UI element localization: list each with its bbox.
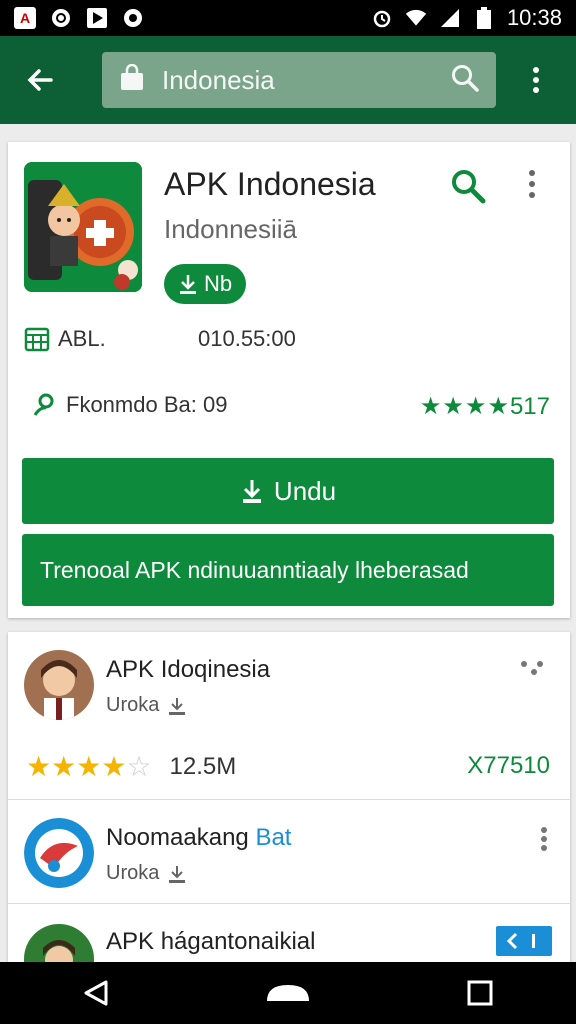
app-developer-line[interactable]: Indonnesiiā [164, 214, 297, 245]
alarm-icon [371, 7, 393, 29]
ad-badge[interactable] [496, 926, 552, 956]
status-bar: A 10:38 [0, 0, 576, 36]
nav-recents-button[interactable] [450, 968, 510, 1018]
search-bar[interactable]: Indonesia [102, 52, 496, 108]
star-empty-icon: ☆ [126, 751, 152, 782]
app-more-button[interactable] [528, 168, 536, 205]
rating-stars: ★★★★ [419, 393, 510, 420]
app-rating: ★★★★ 517 [420, 392, 550, 421]
nav-home-button[interactable] [258, 968, 318, 1018]
play-icon [86, 7, 108, 29]
developer-name: Fkonmdo Ba: 09 [66, 392, 228, 417]
app-list-card: APK Idoqinesia Uroka ★ ★ ★ ★ ☆ 12.5M X77… [8, 632, 570, 974]
star-icon: ★ [26, 751, 52, 782]
nav-back-button[interactable] [66, 968, 126, 1018]
list-item-sub-text: Uroka [106, 694, 160, 716]
search-icon[interactable] [450, 63, 480, 98]
signal-icon [439, 7, 461, 29]
clock: 10:38 [506, 5, 562, 30]
list-item-sub: Uroka [106, 694, 187, 717]
list-item-title: Noomaakang Bat [106, 824, 291, 852]
app-info-row: ABL. 010.55:00 [24, 326, 296, 352]
back-button[interactable] [0, 36, 80, 124]
list-item[interactable]: APK Idoqinesia Uroka ★ ★ ★ ★ ☆ 12.5M X77… [8, 632, 570, 800]
app-detail-card: APK Indonesia Indonnesiiā Nb ABL. 010.55… [8, 142, 570, 618]
more-vert-icon[interactable] [540, 826, 548, 857]
whatsapp-icon [50, 7, 72, 29]
person-icon [33, 393, 54, 416]
promo-text: Trenooal APK ndinuuanntiaaly lheberasad [40, 556, 469, 583]
download-icon [180, 275, 196, 294]
at-icon [122, 7, 144, 29]
download-icon [169, 865, 186, 883]
download-count: 12.5M [169, 752, 237, 780]
calendar-icon [24, 327, 50, 352]
promo-banner[interactable]: Trenooal APK ndinuuanntiaaly lheberasad [22, 534, 554, 606]
info-value: 010.55:00 [198, 326, 296, 351]
navigation-bar [0, 962, 576, 1024]
list-item-rating: ★ ★ ★ ★ ☆ 12.5M [26, 750, 236, 783]
wifi-icon [405, 7, 427, 29]
developer-row[interactable]: Fkonmdo Ba: 09 [32, 392, 227, 418]
app-avatar [24, 650, 94, 720]
overflow-menu-button[interactable] [496, 36, 576, 124]
list-item-sub: Uroka [106, 862, 187, 885]
search-query[interactable]: Indonesia [162, 65, 450, 96]
app-search-button[interactable] [450, 168, 486, 209]
badge-label: Nb [204, 271, 233, 296]
list-item-sub-text: Uroka [106, 862, 160, 884]
triangle-back-icon [84, 980, 108, 1006]
install-button-label: Undu [273, 475, 337, 506]
carrier-icon: A [14, 7, 36, 29]
content-rating-badge[interactable]: Nb [164, 264, 247, 304]
chevron-left-icon [506, 932, 535, 950]
app-title: APK Indonesia [164, 166, 376, 202]
home-icon [267, 985, 309, 1001]
app-icon[interactable] [24, 162, 142, 292]
more-icon[interactable] [520, 660, 548, 681]
more-vert-icon [533, 67, 539, 93]
battery-icon [473, 7, 495, 29]
list-item-value: X77510 [467, 752, 550, 779]
app-avatar [24, 818, 94, 888]
install-button[interactable]: Undu [22, 458, 554, 524]
search-icon [452, 170, 486, 204]
recents-icon [467, 980, 493, 1006]
list-item-title-text: Noomaakang [106, 824, 249, 851]
star-icon: ★ [76, 751, 102, 782]
star-icon: ★ [101, 751, 127, 782]
download-icon [242, 480, 261, 503]
list-item-title-accent: Bat [255, 824, 292, 851]
info-label: ABL. [58, 326, 106, 351]
list-item[interactable]: Noomaakang Bat Uroka [8, 800, 570, 904]
rating-count: 517 [509, 392, 550, 420]
list-item-title: APK hágantonaikial [106, 928, 316, 955]
shopping-bag-icon [118, 63, 146, 97]
list-item-title: APK Idoqinesia [106, 656, 271, 683]
app-toolbar: Indonesia [0, 36, 576, 124]
star-icon: ★ [51, 751, 77, 782]
download-icon [169, 697, 186, 715]
arrow-left-icon [27, 69, 53, 91]
more-vert-icon [529, 170, 535, 198]
